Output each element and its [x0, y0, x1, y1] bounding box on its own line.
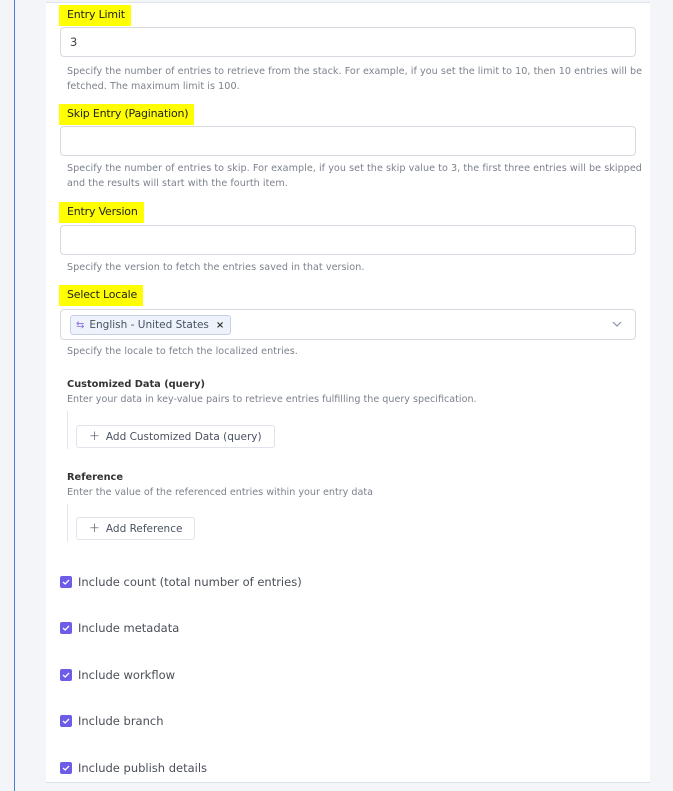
add-reference-label: Add Reference — [105, 522, 183, 535]
left-rail-line — [14, 0, 15, 791]
include-branch-checkbox[interactable]: Include branch — [60, 714, 164, 728]
entry-limit-input[interactable] — [60, 27, 636, 57]
customized-data-title: Customized Data (query) — [67, 379, 205, 390]
reference-description: Enter the value of the referenced entrie… — [67, 487, 373, 498]
entry-version-input[interactable] — [60, 225, 636, 255]
include-branch-label: Include branch — [78, 714, 164, 728]
checkbox-checked-icon[interactable] — [60, 715, 72, 727]
include-count-label: Include count (total number of entries) — [78, 575, 302, 589]
plus-icon: + — [89, 429, 100, 444]
locale-tag-label: English - United States — [89, 319, 209, 331]
locale-select[interactable]: ⇆ English - United States × — [60, 309, 636, 340]
remove-tag-icon[interactable]: × — [216, 320, 224, 331]
checkbox-checked-icon[interactable] — [60, 762, 72, 774]
skip-entry-help: Specify the number of entries to skip. F… — [67, 163, 642, 189]
include-publish-details-checkbox[interactable]: Include publish details — [60, 761, 207, 775]
include-count-checkbox[interactable]: Include count (total number of entries) — [60, 575, 302, 589]
customized-data-description: Enter your data in key-value pairs to re… — [67, 394, 477, 405]
skip-entry-label: Skip Entry (Pagination) — [59, 104, 195, 125]
select-locale-label: Select Locale — [59, 285, 144, 306]
include-workflow-label: Include workflow — [78, 668, 176, 682]
add-customized-data-button[interactable]: + Add Customized Data (query) — [76, 425, 275, 448]
checkbox-checked-icon[interactable] — [60, 622, 72, 634]
chevron-down-icon[interactable] — [611, 318, 623, 330]
reference-title: Reference — [67, 472, 123, 483]
checkbox-checked-icon[interactable] — [60, 576, 72, 588]
reference-divider — [67, 504, 68, 542]
locale-tag: ⇆ English - United States × — [70, 315, 232, 335]
entry-version-help: Specify the version to fetch the entries… — [67, 262, 365, 273]
entry-limit-label: Entry Limit — [59, 5, 131, 26]
add-reference-button[interactable]: + Add Reference — [76, 517, 196, 540]
customized-data-divider — [67, 411, 68, 449]
form-panel: Entry Limit Specify the number of entrie… — [46, 2, 650, 783]
entry-version-label: Entry Version — [59, 202, 144, 223]
skip-entry-input[interactable] — [60, 126, 636, 156]
locale-help: Specify the locale to fetch the localize… — [67, 346, 298, 357]
add-customized-data-label: Add Customized Data (query) — [105, 430, 262, 443]
entry-limit-help: Specify the number of entries to retriev… — [67, 66, 643, 92]
include-workflow-checkbox[interactable]: Include workflow — [60, 668, 175, 682]
include-publish-details-label: Include publish details — [78, 761, 208, 775]
include-metadata-checkbox[interactable]: Include metadata — [60, 621, 179, 635]
locale-icon: ⇆ — [76, 319, 85, 331]
include-metadata-label: Include metadata — [78, 621, 180, 635]
checkbox-checked-icon[interactable] — [60, 669, 72, 681]
plus-icon: + — [89, 521, 100, 536]
